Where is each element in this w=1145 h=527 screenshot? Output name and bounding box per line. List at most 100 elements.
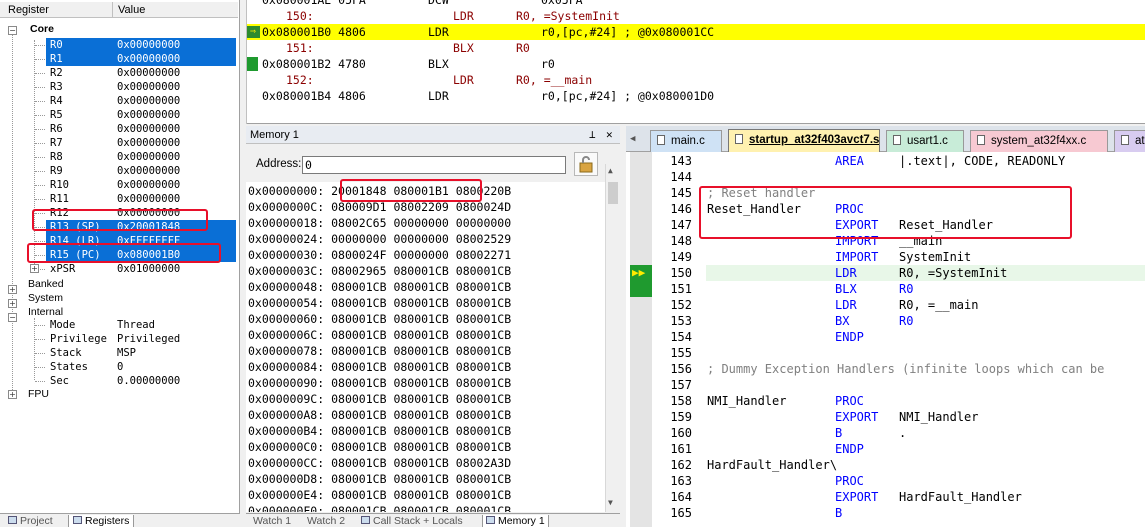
- memory-word[interactable]: 00000000: [393, 232, 448, 246]
- disassembly-row[interactable]: 0x080001B4 4806 LDR r0,[pc,#24] ; @0x08000…: [246, 88, 1145, 104]
- memory-word[interactable]: 080001CB: [331, 280, 386, 294]
- tree-node-fpu[interactable]: FPU: [28, 388, 49, 400]
- disassembly-row[interactable]: 152: LDR R0, =__main: [246, 72, 1145, 88]
- memory-word[interactable]: 080001CB: [456, 312, 511, 326]
- memory-row[interactable]: 0x00000000: 20001848 080001B1 0800220B: [248, 183, 511, 199]
- register-column-header[interactable]: Register: [8, 4, 49, 16]
- register-value[interactable]: 0x00000000: [117, 108, 180, 122]
- disassembly-row[interactable]: ⇒ 0x080001B0 4806 LDR r0,[pc,#24] ; @0x0800…: [246, 24, 1145, 40]
- tab-watch-2[interactable]: Watch 2: [304, 515, 348, 527]
- column-divider[interactable]: [112, 2, 113, 18]
- memory-word[interactable]: 0800024F: [331, 248, 386, 262]
- memory-word[interactable]: 080001CB: [393, 360, 448, 374]
- register-row[interactable]: R0 0x00000000: [46, 38, 236, 52]
- memory-row[interactable]: 0x000000F0: 080001CB 080001CB 080001CB: [248, 503, 511, 512]
- memory-word[interactable]: 080001CB: [393, 312, 448, 326]
- register-value[interactable]: 0x00000000: [117, 136, 180, 150]
- source-editor[interactable]: ▶▶ 143 AREA |.text|, CODE, READONLY 144 145 ; …: [626, 152, 1145, 527]
- memory-word[interactable]: 080001CB: [331, 328, 386, 342]
- memory-word[interactable]: 080001CB: [393, 456, 448, 470]
- memory-word[interactable]: 080001CB: [331, 360, 386, 374]
- register-value[interactable]: 0x00000000: [117, 192, 180, 206]
- code-line[interactable]: 158 NMI_Handler PROC: [626, 393, 1145, 409]
- editor-tab[interactable]: system_at32f4xx.c: [970, 130, 1108, 152]
- memory-word[interactable]: 080001CB: [393, 376, 448, 390]
- editor-tab[interactable]: at3: [1114, 130, 1145, 152]
- code-line[interactable]: 145 ; Reset handler: [626, 185, 1145, 201]
- memory-word[interactable]: 080001B1: [393, 184, 448, 198]
- memory-word[interactable]: 20001848: [331, 184, 386, 198]
- memory-word[interactable]: 080001CB: [456, 504, 511, 512]
- memory-word[interactable]: 080001CB: [393, 424, 448, 438]
- memory-row[interactable]: 0x00000084: 080001CB 080001CB 080001CB: [248, 359, 511, 375]
- close-icon[interactable]: ✕: [606, 126, 613, 144]
- memory-row[interactable]: 0x00000030: 0800024F 00000000 08002271: [248, 247, 511, 263]
- lock-button[interactable]: [574, 152, 598, 176]
- code-line[interactable]: 149 IMPORT SystemInit: [626, 249, 1145, 265]
- register-value[interactable]: 0x00000000: [117, 52, 180, 66]
- memory-word[interactable]: 00000000: [456, 216, 511, 230]
- code-line[interactable]: 144: [626, 169, 1145, 185]
- tree-node-core[interactable]: Core: [30, 23, 54, 35]
- disassembly-row[interactable]: 150: LDR R0, =SystemInit: [246, 8, 1145, 24]
- scroll-up-icon[interactable]: ▲: [608, 166, 613, 175]
- memory-row[interactable]: 0x00000018: 08002C65 00000000 00000000: [248, 215, 511, 231]
- memory-word[interactable]: 080001CB: [393, 440, 448, 454]
- register-value[interactable]: 0xFFFFFFFF: [117, 234, 180, 248]
- memory-word[interactable]: 080001CB: [456, 472, 511, 486]
- editor-tab[interactable]: main.c: [650, 130, 722, 152]
- register-value[interactable]: 0x00000000: [117, 164, 180, 178]
- memory-row[interactable]: 0x00000078: 080001CB 080001CB 080001CB: [248, 343, 511, 359]
- expand-icon[interactable]: +: [8, 390, 17, 399]
- register-row[interactable]: R14 (LR) 0xFFFFFFFF: [46, 234, 236, 248]
- memory-word[interactable]: 080001CB: [456, 280, 511, 294]
- memory-word[interactable]: 080001CB: [393, 328, 448, 342]
- expand-icon[interactable]: +: [30, 264, 39, 273]
- memory-row[interactable]: 0x00000090: 080001CB 080001CB 080001CB: [248, 375, 511, 391]
- memory-word[interactable]: 080001CB: [331, 440, 386, 454]
- scroll-thumb[interactable]: [608, 182, 618, 204]
- memory-row[interactable]: 0x000000B4: 080001CB 080001CB 080001CB: [248, 423, 511, 439]
- memory-word[interactable]: 0800220B: [456, 184, 511, 198]
- memory-word[interactable]: 080001CB: [331, 344, 386, 358]
- tab-memory-1[interactable]: Memory 1: [482, 515, 549, 527]
- memory-word[interactable]: 08002A3D: [456, 456, 511, 470]
- disassembly-row[interactable]: 0x080001B2 4780 BLX r0: [246, 56, 1145, 72]
- code-line[interactable]: 162 HardFault_Handler\: [626, 457, 1145, 473]
- memory-word[interactable]: 00000000: [393, 248, 448, 262]
- editor-tab[interactable]: startup_at32f403avct7.s: [728, 129, 880, 152]
- memory-word[interactable]: 080001CB: [393, 408, 448, 422]
- register-row[interactable]: R13 (SP) 0x20001848: [46, 220, 236, 234]
- memory-word[interactable]: 080001CB: [393, 392, 448, 406]
- code-line[interactable]: 156 ; Dummy Exception Handlers (infinite …: [626, 361, 1145, 377]
- expand-icon[interactable]: +: [8, 299, 17, 308]
- code-line[interactable]: 148 IMPORT __main: [626, 233, 1145, 249]
- register-row[interactable]: R15 (PC) 0x080001B0: [46, 248, 236, 262]
- register-value[interactable]: 0x080001B0: [117, 248, 180, 262]
- memory-word[interactable]: 080001CB: [393, 472, 448, 486]
- memory-grid[interactable]: 0x00000000: 20001848 080001B1 0800220B 0x…: [246, 182, 608, 512]
- code-line[interactable]: 159 EXPORT NMI_Handler: [626, 409, 1145, 425]
- code-line[interactable]: 151 BLX R0: [626, 281, 1145, 297]
- memory-word[interactable]: 080001CB: [393, 296, 448, 310]
- memory-word[interactable]: 080001CB: [393, 280, 448, 294]
- disassembly-row[interactable]: 151: BLX R0: [246, 40, 1145, 56]
- memory-word[interactable]: 080001CB: [331, 296, 386, 310]
- tree-node-banked[interactable]: Banked: [28, 278, 64, 290]
- memory-row[interactable]: 0x0000000C: 080009D1 08002209 0800024D: [248, 199, 511, 215]
- pin-icon[interactable]: ⊥: [589, 126, 596, 144]
- tab-left-arrow-icon[interactable]: ◀: [630, 134, 635, 144]
- code-line[interactable]: 164 EXPORT HardFault_Handler: [626, 489, 1145, 505]
- register-value[interactable]: 0x20001848: [117, 220, 180, 234]
- code-line[interactable]: 146 Reset_Handler PROC: [626, 201, 1145, 217]
- tab-registers[interactable]: Registers: [68, 515, 135, 527]
- memory-row[interactable]: 0x000000D8: 080001CB 080001CB 080001CB: [248, 471, 511, 487]
- register-value[interactable]: 0x00000000: [117, 80, 180, 94]
- memory-word[interactable]: 080001CB: [456, 376, 511, 390]
- memory-word[interactable]: 080001CB: [331, 408, 386, 422]
- memory-word[interactable]: 080001CB: [331, 504, 386, 512]
- memory-row[interactable]: 0x0000006C: 080001CB 080001CB 080001CB: [248, 327, 511, 343]
- tab-watch-1[interactable]: Watch 1: [250, 515, 294, 527]
- memory-row[interactable]: 0x00000054: 080001CB 080001CB 080001CB: [248, 295, 511, 311]
- memory-row[interactable]: 0x0000003C: 08002965 080001CB 080001CB: [248, 263, 511, 279]
